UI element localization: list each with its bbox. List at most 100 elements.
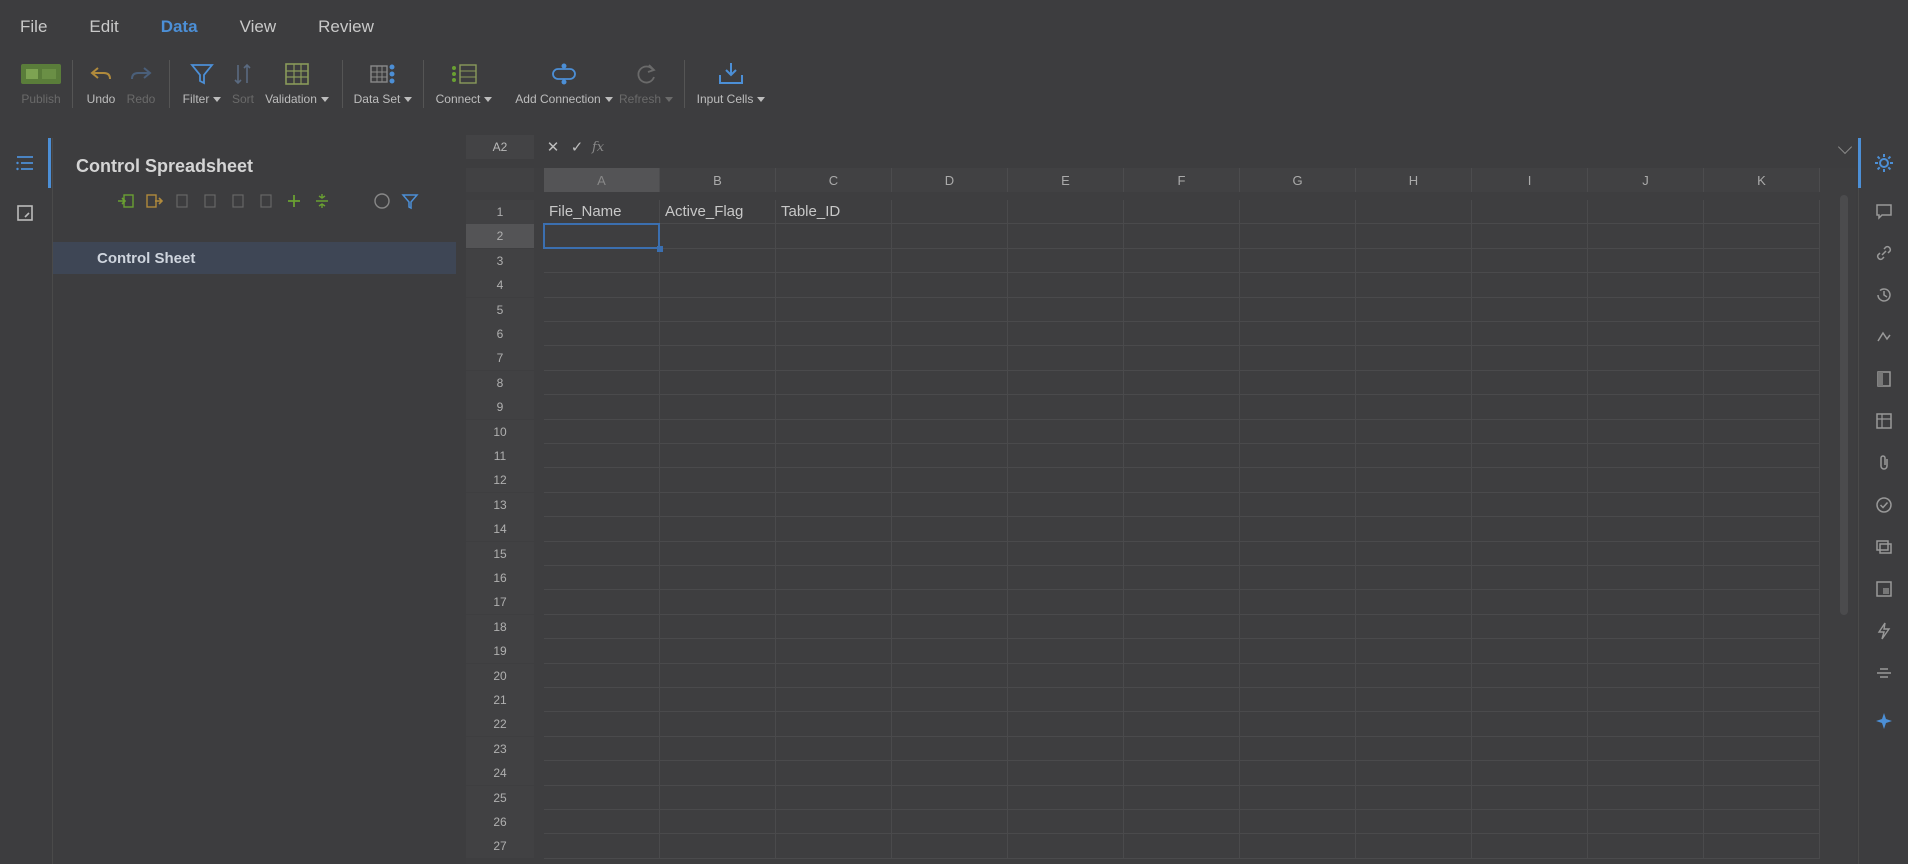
cell-d13[interactable]	[892, 492, 1008, 518]
input-cells-button[interactable]: Input Cells	[693, 54, 769, 110]
cell-a1[interactable]: File_Name	[544, 200, 660, 225]
link-icon[interactable]	[1873, 242, 1895, 264]
redo-button[interactable]: Redo	[121, 54, 161, 110]
cell-k2[interactable]	[1704, 224, 1820, 249]
panel-filter-icon[interactable]	[401, 192, 419, 210]
chevron-down-icon[interactable]	[1837, 139, 1853, 155]
cell-h1[interactable]	[1356, 200, 1472, 225]
cell-h3[interactable]	[1356, 248, 1472, 274]
column-header-j[interactable]: J	[1588, 168, 1704, 192]
cell-e16[interactable]	[1008, 566, 1124, 591]
cell-h24[interactable]	[1356, 761, 1472, 786]
cell-g21[interactable]	[1240, 688, 1356, 713]
cell-g17[interactable]	[1240, 590, 1356, 615]
cell-c16[interactable]	[776, 566, 892, 591]
cell-b12[interactable]	[660, 468, 776, 493]
cell-g6[interactable]	[1240, 322, 1356, 347]
cell-c3[interactable]	[776, 248, 892, 274]
cell-j1[interactable]	[1588, 200, 1704, 225]
cell-g1[interactable]	[1240, 200, 1356, 225]
cell-c21[interactable]	[776, 688, 892, 713]
cell-b5[interactable]	[660, 297, 776, 322]
cell-b2[interactable]	[660, 224, 776, 249]
cell-f5[interactable]	[1124, 297, 1240, 322]
cell-k5[interactable]	[1704, 297, 1820, 322]
cell-i25[interactable]	[1472, 785, 1588, 810]
cell-e18[interactable]	[1008, 614, 1124, 640]
cell-k24[interactable]	[1704, 761, 1820, 786]
cell-k22[interactable]	[1704, 712, 1820, 737]
cell-a8[interactable]	[544, 370, 660, 396]
cell-a3[interactable]	[544, 248, 660, 274]
cell-a12[interactable]	[544, 468, 660, 493]
cell-d1[interactable]	[892, 200, 1008, 225]
cell-d9[interactable]	[892, 395, 1008, 420]
cell-i24[interactable]	[1472, 761, 1588, 786]
row-header-14[interactable]: 14	[466, 517, 534, 542]
cell-h21[interactable]	[1356, 688, 1472, 713]
cell-k23[interactable]	[1704, 736, 1820, 762]
cell-k8[interactable]	[1704, 370, 1820, 396]
menu-data[interactable]: Data	[161, 17, 198, 37]
cell-g27[interactable]	[1240, 834, 1356, 859]
column-header-i[interactable]: I	[1472, 168, 1588, 192]
cell-e5[interactable]	[1008, 297, 1124, 322]
cell-i9[interactable]	[1472, 395, 1588, 420]
sheet-list-item[interactable]: Control Sheet	[53, 242, 456, 274]
cell-k25[interactable]	[1704, 785, 1820, 810]
cell-d20[interactable]	[892, 663, 1008, 688]
cell-b15[interactable]	[660, 541, 776, 566]
cell-a11[interactable]	[544, 444, 660, 469]
cell-j7[interactable]	[1588, 346, 1704, 371]
cell-f20[interactable]	[1124, 663, 1240, 688]
cell-b3[interactable]	[660, 248, 776, 274]
cell-h22[interactable]	[1356, 712, 1472, 737]
cell-d27[interactable]	[892, 834, 1008, 859]
cell-i7[interactable]	[1472, 346, 1588, 371]
cell-c23[interactable]	[776, 736, 892, 762]
cell-j2[interactable]	[1588, 224, 1704, 249]
cell-g15[interactable]	[1240, 541, 1356, 566]
cell-f14[interactable]	[1124, 517, 1240, 542]
cell-d3[interactable]	[892, 248, 1008, 274]
row-header-22[interactable]: 22	[466, 712, 534, 737]
cell-c19[interactable]	[776, 639, 892, 664]
cell-g11[interactable]	[1240, 444, 1356, 469]
cell-e25[interactable]	[1008, 785, 1124, 810]
cell-e11[interactable]	[1008, 444, 1124, 469]
cell-c17[interactable]	[776, 590, 892, 615]
row-header-8[interactable]: 8	[466, 370, 534, 395]
format-icon[interactable]	[1873, 368, 1895, 390]
cell-c2[interactable]	[776, 224, 892, 249]
cell-c4[interactable]	[776, 273, 892, 298]
cell-e23[interactable]	[1008, 736, 1124, 762]
strikethrough-icon[interactable]	[1873, 662, 1895, 684]
row-header-16[interactable]: 16	[466, 566, 534, 590]
column-header-f[interactable]: F	[1124, 168, 1240, 192]
cell-j4[interactable]	[1588, 273, 1704, 298]
function-icon[interactable]: fx	[592, 140, 604, 155]
column-header-a[interactable]: A	[544, 168, 660, 192]
cell-g7[interactable]	[1240, 346, 1356, 371]
cell-c13[interactable]	[776, 492, 892, 518]
cell-j5[interactable]	[1588, 297, 1704, 322]
cell-a22[interactable]	[544, 712, 660, 737]
cell-a14[interactable]	[544, 517, 660, 542]
row-header-2[interactable]: 2	[466, 224, 534, 249]
row-header-19[interactable]: 19	[466, 639, 534, 664]
column-header-c[interactable]: C	[776, 168, 892, 192]
cell-c6[interactable]	[776, 322, 892, 347]
cell-g24[interactable]	[1240, 761, 1356, 786]
cell-k26[interactable]	[1704, 810, 1820, 835]
notes-icon[interactable]	[14, 202, 36, 224]
cell-f19[interactable]	[1124, 639, 1240, 664]
cell-h20[interactable]	[1356, 663, 1472, 688]
cell-b7[interactable]	[660, 346, 776, 371]
cell-i26[interactable]	[1472, 810, 1588, 835]
cell-d4[interactable]	[892, 273, 1008, 298]
cell-j14[interactable]	[1588, 517, 1704, 542]
cell-h12[interactable]	[1356, 468, 1472, 493]
cell-b16[interactable]	[660, 566, 776, 591]
cell-d16[interactable]	[892, 566, 1008, 591]
cell-f15[interactable]	[1124, 541, 1240, 566]
